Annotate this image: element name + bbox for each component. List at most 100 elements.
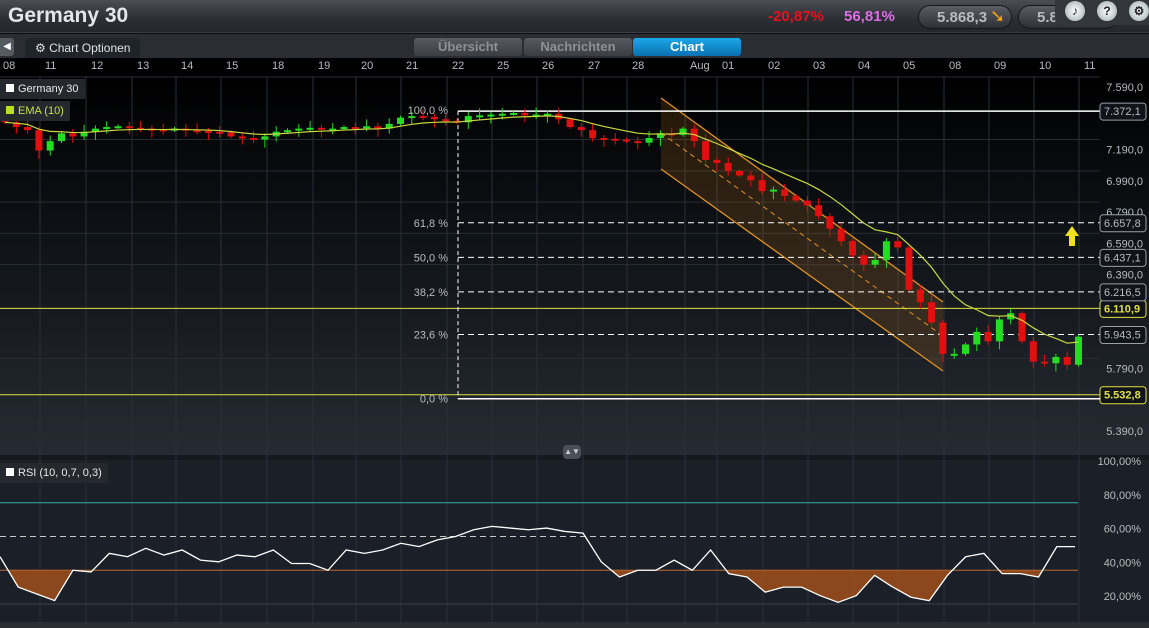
resize-handle[interactable]: ▲▼ [563, 445, 581, 459]
candle [1052, 353, 1060, 372]
candle [137, 120, 145, 133]
candle-body [227, 132, 235, 137]
candle [623, 137, 630, 144]
fib-value-label: 6.657,8 [1104, 218, 1141, 230]
fib-percent-label: 0,0 % [420, 394, 448, 406]
fib-value-label: 6.437,1 [1104, 252, 1141, 264]
candle-body [769, 189, 777, 192]
candle-body [408, 116, 416, 119]
candle-body [905, 247, 913, 290]
legend-swatch [6, 84, 14, 92]
candle [103, 121, 111, 134]
candle [1063, 351, 1071, 370]
candle [950, 348, 958, 359]
candle [385, 118, 393, 134]
candle [24, 120, 32, 134]
candle [532, 107, 540, 119]
candle-body [476, 115, 484, 118]
candle-body [521, 112, 529, 116]
price-tick-label: 6.390,0 [1106, 270, 1143, 282]
candle [589, 123, 597, 142]
candle-body [623, 139, 630, 142]
candle-body [24, 127, 32, 131]
price-tick-label: 5.790,0 [1106, 364, 1143, 376]
fib-percent-label: 50,0 % [414, 252, 448, 264]
candle-body [216, 131, 224, 134]
legend-label: EMA (10) [18, 105, 64, 117]
candle-body [317, 127, 325, 130]
fib-value-label: 6.216,5 [1104, 287, 1141, 299]
candle [634, 136, 642, 150]
legend-ema[interactable]: EMA (10) [0, 101, 70, 121]
candle [295, 124, 303, 137]
candle-body [995, 319, 1003, 342]
legend-germany30[interactable]: Germany 30 [0, 79, 85, 99]
candle [91, 125, 99, 140]
candle [894, 235, 902, 253]
candle-body [397, 117, 404, 124]
candle-body [204, 130, 212, 133]
candle [600, 134, 608, 147]
candle [216, 126, 224, 138]
candle-body [1075, 336, 1082, 365]
candle-body [1052, 356, 1060, 364]
candle-body [860, 255, 868, 265]
rsi-tick-label: 60,00% [1104, 524, 1142, 536]
price-tick-label: 7.590,0 [1106, 82, 1143, 94]
candle-body [442, 119, 450, 122]
candle-body [713, 159, 721, 164]
candle-body [498, 113, 506, 116]
candle [58, 131, 65, 144]
candle [984, 325, 992, 345]
candle [487, 111, 495, 124]
candle-body [702, 141, 710, 160]
candle-body [577, 127, 585, 131]
candle-body [792, 195, 800, 201]
fib-percent-label: 100,0 % [408, 105, 449, 117]
candle-body [510, 112, 517, 115]
candle-body [35, 130, 43, 151]
candle-body [114, 126, 122, 129]
candle-body [103, 127, 111, 130]
candle [35, 127, 43, 159]
candle [250, 131, 258, 144]
candle [374, 123, 382, 137]
candle [543, 110, 551, 123]
candle-body [69, 133, 77, 137]
candle-body [882, 241, 890, 260]
candle-body [1063, 356, 1071, 365]
candle [905, 245, 913, 292]
candle [577, 122, 585, 137]
legend-rsi[interactable]: RSI (10, 0,7, 0,3) [0, 463, 108, 483]
candle-body [600, 137, 608, 140]
candle [351, 122, 359, 135]
fib-value-label: 7.372,1 [1104, 106, 1141, 118]
legend-label: Germany 30 [18, 83, 79, 95]
candle [114, 124, 122, 129]
candle [1041, 354, 1049, 367]
candle-body [916, 289, 924, 303]
candle [849, 239, 856, 258]
candle-body [645, 137, 653, 143]
candle [1018, 311, 1026, 344]
candle [476, 108, 484, 120]
chart-svg: 7.590,07.190,06.990,06.790,06.590,06.390… [0, 76, 1147, 622]
candle-body [351, 127, 359, 130]
candle-body [1018, 313, 1026, 342]
candle-body [250, 137, 258, 140]
candle-body [962, 344, 969, 354]
legend-label: RSI (10, 0,7, 0,3) [18, 467, 102, 479]
candle-body [984, 331, 992, 342]
candle [973, 327, 981, 352]
candle-body [758, 180, 766, 192]
candle-body [781, 189, 789, 196]
rsi-tick-label: 40,00% [1104, 557, 1142, 569]
candle-body [928, 302, 936, 323]
level-value-label: 6.110,9 [1104, 303, 1140, 315]
candle-body [46, 141, 54, 151]
candle [182, 124, 190, 137]
candle-body [894, 241, 902, 248]
candle-body [815, 205, 823, 217]
candle [962, 342, 969, 356]
candle-body [871, 259, 879, 265]
